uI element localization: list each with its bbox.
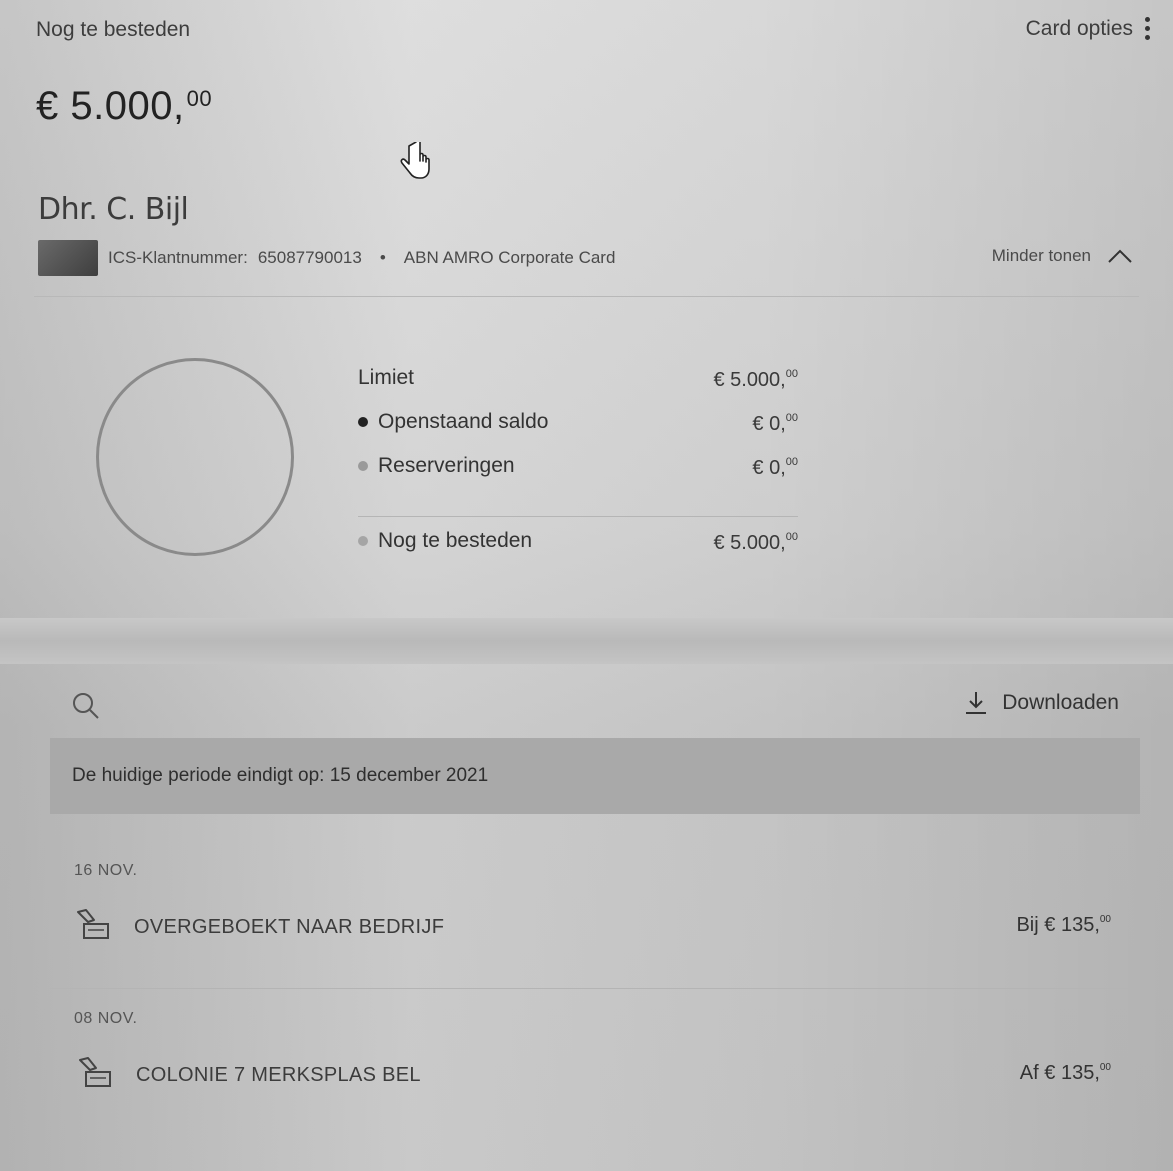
summary-amount: € 5.000,00 bbox=[713, 531, 798, 555]
hand-cursor-icon bbox=[400, 142, 430, 179]
summary-label: Limiet bbox=[358, 366, 415, 389]
download-label: Downloaden bbox=[1002, 691, 1119, 714]
summary-amount: € 0,00 bbox=[752, 456, 798, 480]
period-text: De huidige periode eindigt op: 15 decemb… bbox=[72, 765, 489, 786]
card-overview-page: Nog te besteden Card opties € 5.000,00 D… bbox=[0, 0, 1173, 1171]
download-icon bbox=[966, 692, 987, 714]
summary-amount-cents: 00 bbox=[785, 531, 798, 543]
show-less-label: Minder tonen bbox=[991, 246, 1091, 265]
card-info-row: ICS-Klantnummer: 65087790013 • ABN AMRO … bbox=[38, 240, 615, 276]
kebab-menu-icon bbox=[1143, 16, 1151, 42]
summary-amount-value: € 5.000, bbox=[713, 369, 786, 391]
summary-label-wrap: Nog te besteden bbox=[358, 529, 532, 553]
summary-row-remaining: Nog te besteden € 5.000,00 bbox=[358, 523, 798, 567]
summary-amount-cents: 00 bbox=[785, 456, 798, 468]
legend-dot-remaining bbox=[358, 536, 368, 546]
summary-row-limit: Limiet € 5.000,00 bbox=[358, 360, 798, 404]
summary-amount-cents: 00 bbox=[785, 368, 798, 380]
transaction-amount: Bij € 135,00 bbox=[1016, 914, 1111, 937]
summary-amount-value: € 0, bbox=[752, 457, 786, 479]
transaction-direction: Af bbox=[1019, 1062, 1039, 1084]
bullet-separator: • bbox=[379, 248, 386, 267]
transaction-amount-value: € 135, bbox=[1044, 914, 1100, 936]
section-divider bbox=[34, 296, 1139, 297]
remaining-amount-cents: 00 bbox=[186, 86, 213, 111]
summary-label-wrap: Openstaand saldo bbox=[358, 410, 548, 434]
summary-divider bbox=[358, 492, 798, 517]
remaining-amount-value: € 5.000, bbox=[36, 84, 185, 128]
summary-label: Openstaand saldo bbox=[378, 410, 549, 433]
section-band bbox=[0, 618, 1173, 664]
search-icon[interactable] bbox=[70, 690, 100, 720]
summary-amount-value: € 0, bbox=[752, 413, 786, 435]
remaining-label: Nog te besteden bbox=[36, 18, 191, 41]
summary-amount-cents: 00 bbox=[785, 412, 798, 424]
transaction-date: 08 NOV. bbox=[74, 1010, 138, 1027]
summary-amount: € 5.000,00 bbox=[713, 368, 798, 392]
transaction-direction: Bij bbox=[1016, 914, 1039, 936]
customer-number: 65087790013 bbox=[257, 248, 362, 267]
show-less-toggle[interactable]: Minder tonen bbox=[992, 246, 1133, 266]
summary-row-reservations: Reserveringen € 0,00 bbox=[358, 448, 798, 492]
balance-summary: Limiet € 5.000,00 Openstaand saldo € 0,0… bbox=[358, 360, 798, 567]
transaction-amount-cents: 00 bbox=[1099, 1062, 1111, 1073]
transaction-amount-cents: 00 bbox=[1099, 914, 1111, 925]
transfer-icon bbox=[79, 1057, 111, 1087]
period-banner: De huidige periode eindigt op: 15 decemb… bbox=[50, 738, 1140, 814]
summary-label: Reserveringen bbox=[378, 454, 515, 477]
download-button[interactable]: Downloaden bbox=[964, 690, 1119, 716]
card-options-button[interactable]: Card opties bbox=[1026, 16, 1151, 42]
transaction-description[interactable]: COLONIE 7 MERKSPLAS BEL bbox=[136, 1064, 421, 1087]
summary-amount: € 0,00 bbox=[752, 412, 798, 436]
transaction-divider bbox=[50, 988, 1140, 989]
card-holder-name: Dhr. C. Bijl bbox=[38, 192, 189, 227]
transaction-description[interactable]: OVERGEBOEKT NAAR BEDRIJF bbox=[134, 916, 444, 939]
summary-label-wrap: Reserveringen bbox=[358, 454, 515, 478]
transaction-date: 16 NOV. bbox=[74, 862, 138, 879]
card-thumbnail bbox=[38, 240, 98, 276]
transaction-amount: Af € 135,00 bbox=[1020, 1062, 1111, 1085]
chevron-up-icon bbox=[1108, 249, 1132, 263]
summary-label: Nog te besteden bbox=[378, 529, 533, 552]
summary-row-outstanding: Openstaand saldo € 0,00 bbox=[358, 404, 798, 448]
transaction-amount-value: € 135, bbox=[1044, 1062, 1100, 1084]
legend-dot-outstanding bbox=[358, 417, 368, 427]
customer-number-label: ICS-Klantnummer: bbox=[108, 248, 248, 267]
transfer-icon bbox=[77, 909, 109, 939]
card-product-name: ABN AMRO Corporate Card bbox=[403, 248, 616, 267]
balance-donut-chart bbox=[96, 358, 294, 556]
card-options-label: Card opties bbox=[1025, 17, 1133, 40]
summary-amount-value: € 5.000, bbox=[713, 532, 786, 554]
legend-dot-reservations bbox=[358, 461, 368, 471]
remaining-amount: € 5.000,00 bbox=[36, 84, 212, 129]
